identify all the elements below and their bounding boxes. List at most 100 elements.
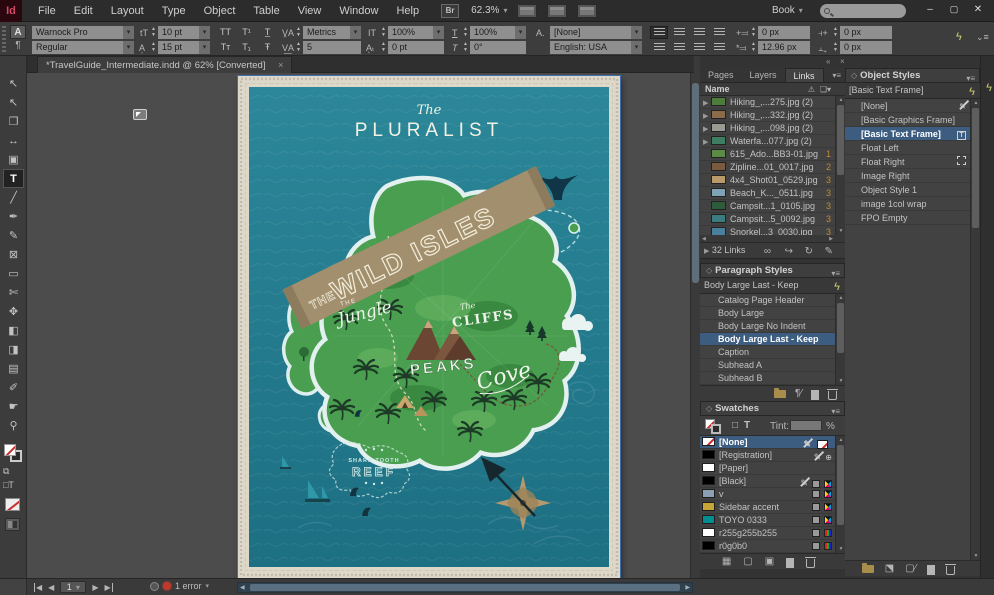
tab-links[interactable]: Links — [785, 68, 824, 82]
character-formatting-toggle[interactable]: A — [10, 25, 26, 39]
object-style-row[interactable]: FPO Empty — [845, 211, 980, 225]
container-format-icon[interactable]: □ — [732, 420, 738, 431]
tracking-field[interactable]: 5 — [303, 41, 361, 54]
link-page-number[interactable]: 1 — [826, 148, 831, 161]
strikethrough-button[interactable]: Ŧ — [258, 41, 277, 54]
dock-close-icon[interactable]: × — [840, 57, 845, 66]
align-right-button[interactable] — [690, 26, 708, 39]
pen-tool[interactable]: ✒ — [3, 207, 24, 226]
baseline-shift-field[interactable]: 0 pt — [388, 41, 444, 54]
paragraph-formatting-toggle[interactable]: ¶ — [10, 40, 26, 53]
document-canvas[interactable]: EMERALD LAGOON — [27, 73, 700, 578]
line-tool[interactable]: ╱ — [3, 188, 24, 207]
justify-last-center-button[interactable] — [650, 41, 668, 54]
swatch-row[interactable]: [None]✎ — [700, 436, 845, 449]
menu-edit[interactable]: Edit — [74, 5, 93, 17]
first-line-indent-field[interactable]: 12.96 px — [758, 41, 810, 54]
align-left-button[interactable] — [650, 26, 668, 39]
link-row[interactable]: ▶Waterfa...077.jpg (2) — [700, 135, 845, 148]
underline-button[interactable]: T̲ — [258, 26, 277, 39]
menu-type[interactable]: Type — [162, 5, 186, 17]
delete-style-icon[interactable] — [828, 391, 837, 400]
tint-field[interactable] — [790, 420, 822, 431]
skew-field[interactable]: 0° — [470, 41, 526, 54]
link-row[interactable]: ▶Hiking_,...098.jpg (2) — [700, 122, 845, 135]
link-page-number[interactable]: 3 — [826, 187, 831, 200]
paragraph-style-row[interactable]: Subhead A — [700, 359, 845, 372]
bridge-button[interactable]: Br — [441, 4, 459, 18]
screen-mode-toggle[interactable] — [5, 518, 20, 531]
swatch-row[interactable]: [Registration]✎⊕ — [700, 449, 845, 462]
vertical-scale-field[interactable]: 100%▾ — [388, 26, 444, 39]
object-style-row[interactable]: [Basic Graphics Frame] — [845, 113, 980, 127]
eyedropper-tool[interactable]: ✐ — [3, 378, 24, 397]
formatting-affects-icons[interactable]: □T — [3, 480, 14, 490]
fill-stroke-control[interactable] — [4, 444, 23, 463]
pencil-tool[interactable]: ✎ — [3, 226, 24, 245]
paragraph-style-row[interactable]: Body Large Last - Keep — [700, 333, 845, 346]
object-style-row[interactable]: [Basic Text Frame]T — [845, 127, 980, 141]
justify-last-right-button[interactable] — [670, 41, 688, 54]
subscript-button[interactable]: T₁ — [237, 41, 256, 54]
direct-selection-tool[interactable]: ↖ — [3, 93, 24, 112]
delete-swatch-icon[interactable] — [806, 559, 815, 568]
swatch-row[interactable]: TOYO 0333 — [700, 514, 845, 527]
link-row[interactable]: ▶Hiking_,...332.jpg (2) — [700, 109, 845, 122]
menu-object[interactable]: Object — [204, 5, 236, 17]
menu-file[interactable]: File — [38, 5, 56, 17]
menu-layout[interactable]: Layout — [111, 5, 144, 17]
right-indent-field[interactable]: 0 px — [840, 26, 892, 39]
create-new-style-icon[interactable] — [811, 390, 819, 400]
style-group-folder-icon[interactable] — [862, 565, 874, 573]
swatch-row[interactable]: [Black]✎ — [700, 475, 845, 488]
quick-apply-rail-icon[interactable]: ϟ — [986, 82, 992, 94]
paragraph-styles-header[interactable]: ◇Paragraph Styles ▾≡ — [700, 263, 845, 278]
screen-mode-button[interactable] — [547, 4, 567, 18]
dock-collapse-icon[interactable]: « — [826, 57, 830, 66]
zoom-tool[interactable]: ⚲ — [3, 416, 24, 435]
link-page-number[interactable]: 3 — [826, 213, 831, 226]
superscript-button[interactable]: T¹ — [237, 26, 256, 39]
paragraph-style-row[interactable]: Body Large — [700, 307, 845, 320]
swatch-row[interactable]: r255g255b255 — [700, 527, 845, 540]
tab-close-icon[interactable]: × — [278, 60, 283, 70]
page-number-field[interactable]: 1 — [60, 581, 86, 593]
quick-apply-icon[interactable]: ϟ — [969, 85, 975, 100]
note-tool[interactable]: ▤ — [3, 359, 24, 378]
gradient-feather-tool[interactable]: ◨ — [3, 340, 24, 359]
link-page-number[interactable]: 3 — [826, 174, 831, 187]
menu-window[interactable]: Window — [339, 5, 378, 17]
maximize-button[interactable]: ▢ — [942, 0, 966, 18]
relink-icon[interactable]: ∞ — [764, 244, 771, 259]
swatch-row[interactable]: v — [700, 488, 845, 501]
create-new-style-icon[interactable] — [927, 565, 935, 575]
all-caps-button[interactable]: TT — [216, 26, 235, 39]
object-style-row[interactable]: Float Right — [845, 155, 980, 169]
zoom-level-dropdown[interactable]: 62.3% — [471, 5, 507, 16]
link-row[interactable]: 4x4_Shot01_0529.jpg3 — [700, 174, 845, 187]
new-swatch-icon[interactable] — [786, 558, 794, 568]
paragraph-style-row[interactable]: Caption — [700, 346, 845, 359]
clear-overrides-icon[interactable]: ¶⁄ — [795, 388, 802, 401]
previous-page-button[interactable]: ◀ — [48, 583, 54, 592]
justify-last-left-button[interactable] — [710, 26, 728, 39]
go-to-link-icon[interactable]: ↪ — [785, 244, 793, 259]
swatch-row[interactable]: r0g0b0 — [700, 540, 845, 553]
view-options-button[interactable] — [517, 4, 537, 18]
character-style-field[interactable]: [None]▾ — [550, 26, 642, 39]
swap-fill-stroke-icon[interactable]: ⧉ — [3, 466, 9, 477]
align-center-button[interactable] — [670, 26, 688, 39]
control-panel-menu-icon[interactable]: ⌄≡ — [976, 32, 989, 43]
link-row[interactable]: ▶Hiking_,...275.jpg (2) — [700, 96, 845, 109]
hand-tool[interactable]: ☛ — [3, 397, 24, 416]
small-caps-button[interactable]: Tт — [216, 41, 235, 54]
menu-help[interactable]: Help — [396, 5, 419, 17]
clear-attributes-icon[interactable]: ▢⁄ — [905, 563, 916, 576]
font-family-field[interactable]: Warnock Pro▾ — [32, 26, 134, 39]
preflight-status[interactable]: 1 error ▾ — [150, 581, 209, 591]
left-indent-field[interactable]: 0 px — [758, 26, 810, 39]
horizontal-scale-field[interactable]: 100%▾ — [470, 26, 526, 39]
kerning-field[interactable]: Metrics▾ — [303, 26, 361, 39]
free-transform-tool[interactable]: ✥ — [3, 302, 24, 321]
apply-none-button[interactable] — [5, 498, 20, 511]
